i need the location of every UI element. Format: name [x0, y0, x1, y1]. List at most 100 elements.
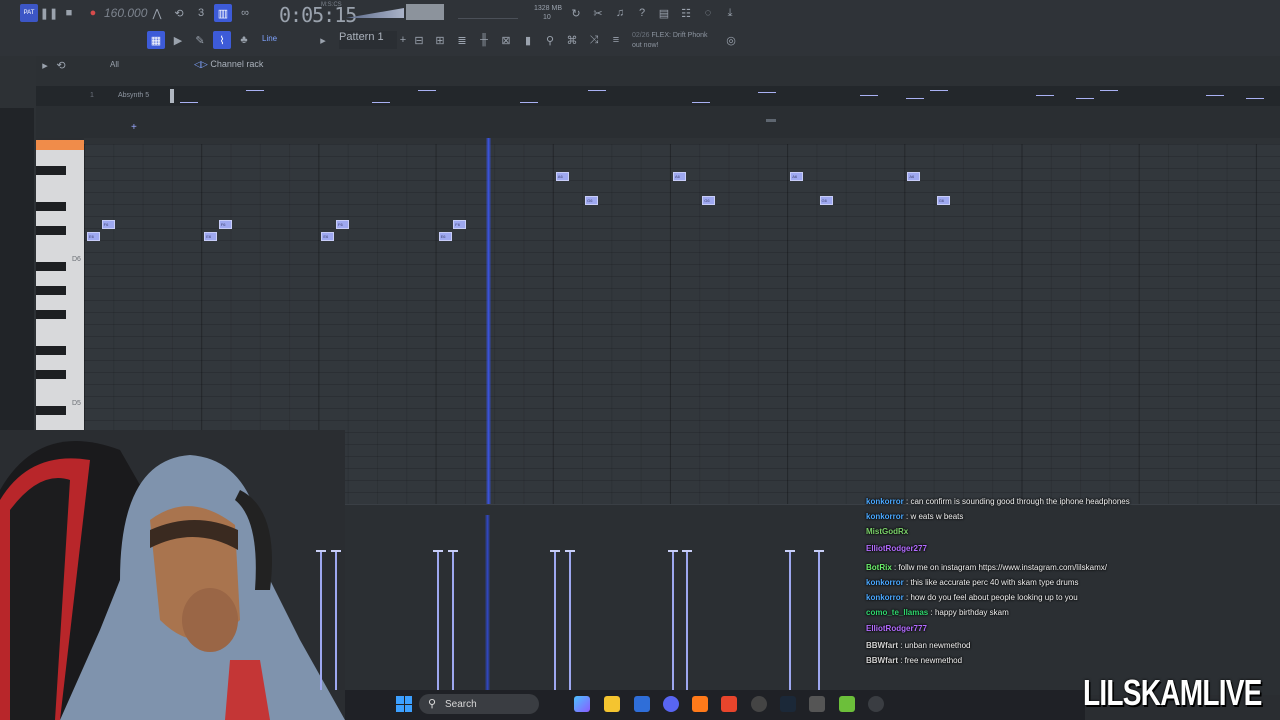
chat-username[interactable]: BBWfart	[866, 656, 898, 665]
note[interactable]: F6	[218, 220, 232, 229]
add-marker-icon[interactable]: +	[131, 122, 137, 133]
channel-rack-icon[interactable]: ≣	[453, 31, 471, 49]
black-key[interactable]	[36, 226, 66, 235]
channel-name-button[interactable]: Absynth 5	[118, 92, 149, 99]
tempo-display[interactable]: 160.000	[104, 6, 147, 20]
chat-username[interactable]: konkorror	[866, 497, 904, 506]
obs-icon[interactable]	[751, 696, 767, 712]
chat-username[interactable]: konkorror	[866, 578, 904, 587]
note[interactable]: F6	[453, 220, 467, 229]
note[interactable]: E6	[87, 232, 100, 241]
chat-username[interactable]: ElliotRodger277	[866, 544, 927, 553]
taskbar-search[interactable]	[419, 694, 539, 714]
velocity-handle[interactable]	[447, 550, 458, 552]
loop-record-icon[interactable]: ∞	[236, 4, 254, 22]
windows-start-icon[interactable]	[396, 696, 412, 712]
black-key[interactable]	[36, 262, 66, 271]
note[interactable]: E6	[321, 232, 335, 241]
note[interactable]: G6	[585, 196, 599, 205]
channel-select-led[interactable]	[170, 89, 174, 103]
fl-studio-icon[interactable]	[692, 696, 708, 712]
paint-tool-icon[interactable]: ⌇	[213, 31, 231, 49]
help-icon[interactable]: ?	[633, 4, 651, 22]
plugin-picker-icon[interactable]: ⚲	[541, 31, 559, 49]
velocity-handle[interactable]	[316, 550, 326, 552]
steam-icon[interactable]	[780, 696, 796, 712]
black-key[interactable]	[36, 370, 66, 379]
black-key[interactable]	[36, 406, 66, 415]
velocity-bar[interactable]	[320, 552, 322, 690]
master-pitch-display[interactable]	[406, 4, 444, 20]
velocity-handle[interactable]	[682, 550, 693, 552]
fl-logo[interactable]: PAT	[20, 4, 38, 22]
note[interactable]: G6	[702, 196, 716, 205]
velocity-handle[interactable]	[565, 550, 576, 552]
news-list-icon[interactable]: ≡	[607, 31, 625, 49]
step-edit-icon[interactable]: ▥	[214, 4, 232, 22]
mixer-icon[interactable]: ☷	[677, 4, 695, 22]
pattern-next-icon[interactable]: ▸	[314, 31, 332, 49]
chat-username[interactable]: ElliotRodger777	[866, 624, 927, 633]
velocity-bar[interactable]	[569, 552, 572, 690]
pattern-select[interactable]: Pattern 1	[339, 31, 397, 49]
news-panel[interactable]: 02/26 FLEX: Drift Phonk out now!	[632, 31, 708, 51]
note[interactable]: A6	[555, 172, 569, 181]
copilot-icon[interactable]	[574, 696, 590, 712]
velocity-handle[interactable]	[330, 550, 341, 552]
note[interactable]: E6	[438, 232, 452, 241]
song-time[interactable]: 0:05:15	[279, 3, 357, 27]
app-icon[interactable]	[809, 696, 825, 712]
plugin-database-icon[interactable]: ▮	[519, 31, 537, 49]
horizontal-scroll-handle[interactable]	[766, 119, 776, 122]
note[interactable]: G6	[819, 196, 833, 205]
note[interactable]: G6	[936, 196, 950, 205]
velocity-bar[interactable]	[788, 552, 791, 690]
black-key[interactable]	[36, 346, 66, 355]
metronome-icon[interactable]: ⋀	[148, 4, 166, 22]
note[interactable]: A6	[790, 172, 804, 181]
note[interactable]: F6	[336, 220, 350, 229]
note[interactable]: F6	[101, 220, 115, 229]
velocity-bar[interactable]	[554, 552, 557, 690]
playhead[interactable]	[486, 138, 491, 508]
note[interactable]: E6	[204, 232, 218, 241]
app-icon-2[interactable]	[839, 696, 855, 712]
stop-icon[interactable]: ■	[60, 4, 78, 22]
channel-row[interactable]	[36, 86, 1280, 106]
piano-roll-window-icon[interactable]: ⊞	[431, 31, 449, 49]
velocity-handle[interactable]	[433, 550, 444, 552]
note[interactable]: A6	[673, 172, 686, 181]
velocity-bar[interactable]	[671, 552, 674, 690]
channel-rack-title[interactable]: ◁▷ Channel rack	[194, 59, 263, 70]
store-icon[interactable]	[634, 696, 650, 712]
velocity-bar[interactable]	[818, 552, 821, 690]
cut-icon[interactable]: ✂	[589, 4, 607, 22]
black-key[interactable]	[36, 202, 66, 211]
channel-filter[interactable]: All	[110, 60, 119, 69]
rack-swing-icon[interactable]: ⟲	[52, 56, 70, 74]
black-key[interactable]	[36, 310, 66, 319]
4k-app-icon[interactable]	[868, 696, 884, 712]
pause-icon[interactable]: ❚❚	[40, 4, 58, 22]
undo-history-icon[interactable]: ↻	[567, 4, 585, 22]
play-pattern-icon[interactable]: ▶	[169, 31, 187, 49]
brave-icon[interactable]	[721, 696, 737, 712]
wait-icon[interactable]: ⟲	[170, 4, 188, 22]
discord-icon[interactable]	[663, 696, 679, 712]
draw-tool-icon[interactable]: ✎	[191, 31, 209, 49]
stamp-icon[interactable]: ♣	[235, 31, 253, 49]
chat-username[interactable]: konkorror	[866, 593, 904, 602]
chat-username[interactable]: BBWfart	[866, 641, 898, 650]
snap-select[interactable]: Line	[262, 34, 277, 43]
velocity-handle[interactable]	[550, 550, 561, 552]
velocity-handle[interactable]	[667, 550, 678, 552]
record-icon[interactable]: ●	[84, 4, 102, 22]
piano-keyboard[interactable]: D6 D5	[36, 140, 84, 470]
download-icon[interactable]: ⤓	[721, 4, 739, 22]
velocity-bar[interactable]	[686, 552, 689, 690]
chat-username[interactable]: BotRix	[866, 563, 892, 572]
file-explorer-icon[interactable]	[604, 696, 620, 712]
touch-keyboard-icon[interactable]: ⌘	[563, 31, 581, 49]
script-icon[interactable]: ⤨	[585, 31, 603, 49]
velocity-bar[interactable]	[334, 552, 337, 690]
